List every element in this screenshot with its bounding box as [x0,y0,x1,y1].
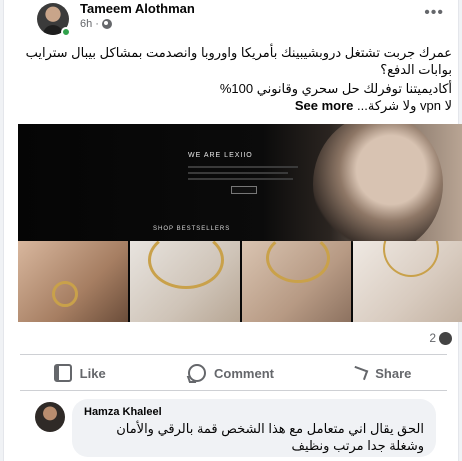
comment-icon [188,364,207,382]
like-button[interactable]: Like [4,358,155,388]
comment-label: Comment [214,365,274,381]
gold-chain [147,241,224,289]
share-label: Share [375,365,412,381]
gold-earring [52,281,78,307]
online-status-dot [61,27,71,37]
bestsellers-label: SHOP BESTSELLERS [153,226,231,232]
post-header: Tameem Alothman 6h · ••• [4,0,458,40]
share-button[interactable]: Share [307,358,458,388]
hero-banner: WE ARE LEXIIO SHOP BESTSELLERS [18,124,462,254]
comment-bubble-icon [439,331,452,345]
hero-text-line [188,166,298,168]
hero-title: WE ARE LEXIIO [188,152,253,159]
comment-stats[interactable]: 2 [429,331,452,345]
comment-bubble: Hamza Khaleel الحق يقال اني متعامل مع هذ… [72,399,436,457]
hero-text-line [188,178,293,180]
product-thumbnails [18,241,462,322]
comments-count[interactable]: 2 [429,331,436,345]
post-meta: 6h · [80,18,112,30]
see-more-link[interactable]: See more [295,98,354,113]
comment-button[interactable]: Comment [155,358,306,388]
commenter-name[interactable]: Hamza Khaleel [84,406,162,418]
post-text-line-2: أكاديميتنا توفرلك حل سحري وقانوني 100% [219,81,452,96]
thumbnail-pendant [353,241,462,322]
globe-icon[interactable] [101,19,112,29]
gold-pendant [383,241,440,277]
comment-text: الحق يقال اني متعامل مع هذا الشخص قمة با… [116,421,424,453]
thumbnail-necklace-chain [129,241,240,322]
hero-text-line [188,172,288,174]
post-text-line-3: لا vpn ولا شركة... See more [12,97,452,114]
audience-separator: · [95,18,99,30]
commenter-avatar[interactable] [35,402,65,432]
model-face [313,124,443,254]
post-text-line-1: عمرك جربت تشتغل دروبشيبينك بأمريكا واورو… [25,45,452,77]
thumbnail-necklace-layers [241,241,352,322]
post-actions: Like Comment Share [4,358,458,388]
gold-necklace [265,241,330,283]
post-text-line-3-main: لا vpn ولا شركة... [357,98,452,113]
post-time[interactable]: 6h [80,18,92,30]
like-icon [53,364,72,382]
post-media-image[interactable]: WE ARE LEXIIO SHOP BESTSELLERS [18,124,462,322]
author-name[interactable]: Tameem Alothman [80,1,195,16]
divider [20,354,447,355]
post-card: Tameem Alothman 6h · ••• عمرك جربت تشتغل… [3,0,462,461]
more-options-icon[interactable]: ••• [424,4,444,22]
divider [20,390,447,391]
hero-button [231,186,257,194]
thumbnail-earring [18,241,128,322]
share-icon [351,365,369,381]
like-label: Like [79,365,106,381]
